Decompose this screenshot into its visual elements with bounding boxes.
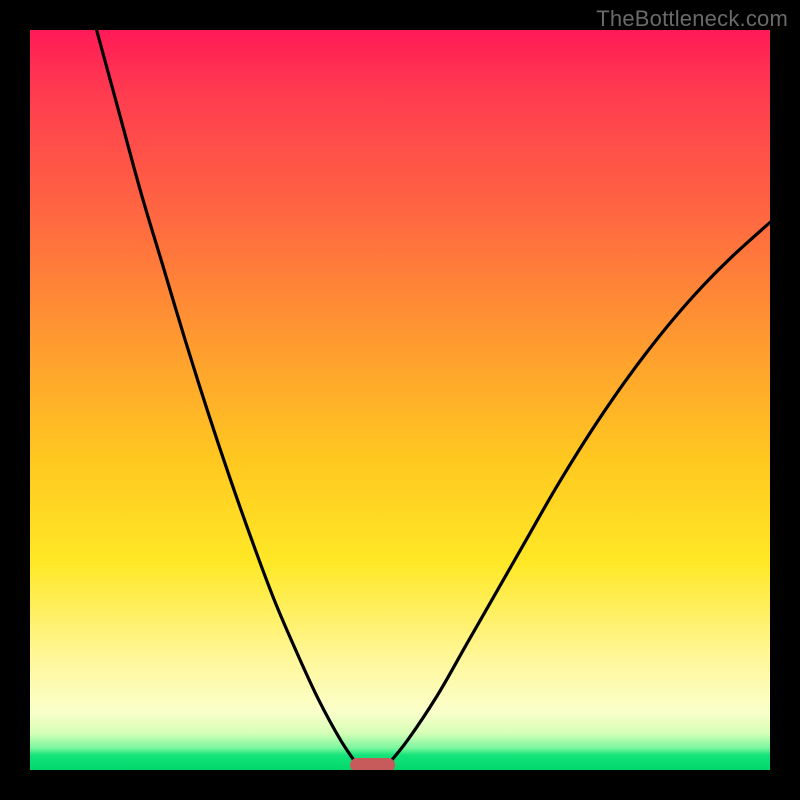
watermark-text: TheBottleneck.com	[596, 6, 788, 32]
plot-area	[30, 30, 770, 770]
outer-black-frame: TheBottleneck.com	[0, 0, 800, 800]
bottleneck-curve	[30, 30, 770, 770]
bottleneck-marker	[350, 758, 395, 770]
